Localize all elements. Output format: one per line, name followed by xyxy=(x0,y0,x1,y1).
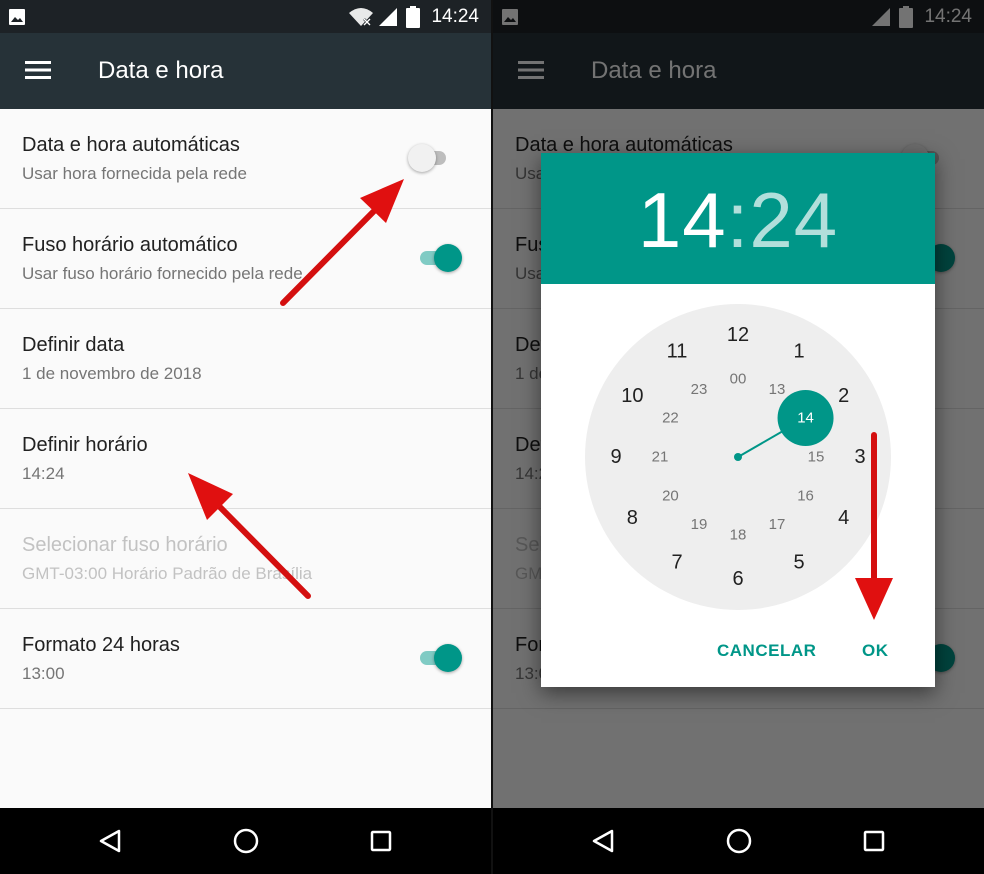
auto-timezone-toggle[interactable] xyxy=(416,238,464,278)
setting-auto-timezone[interactable]: Fuso horário automático Usar fuso horári… xyxy=(0,209,491,309)
nav-bar xyxy=(493,808,984,874)
clock-hour-inner[interactable]: 16 xyxy=(797,488,814,505)
clock-hour-outer[interactable]: 11 xyxy=(667,340,688,362)
image-icon xyxy=(9,9,25,25)
setting-title: Definir data xyxy=(22,334,125,356)
clock-hour-inner[interactable]: 19 xyxy=(691,516,708,533)
setting-title: Definir horário xyxy=(22,434,148,456)
clock-face[interactable]: 121234567891011001314151617181920212223 xyxy=(585,304,891,610)
setting-subtitle: 1 de novembro de 2018 xyxy=(22,364,202,383)
clock-hour-outer[interactable]: 5 xyxy=(793,552,804,574)
dialog-actions: CANCELAR OK xyxy=(541,633,935,673)
setting-auto-date-time[interactable]: Data e hora automáticas Usar hora fornec… xyxy=(0,109,491,209)
home-icon[interactable] xyxy=(726,828,752,854)
clock-hour-outer[interactable]: 12 xyxy=(727,324,749,346)
nav-bar xyxy=(0,808,491,874)
clock-hour-inner[interactable]: 18 xyxy=(730,527,747,544)
ok-button[interactable]: OK xyxy=(862,641,889,661)
clock-hour-outer[interactable]: 6 xyxy=(732,568,743,590)
clock-hour-inner[interactable]: 23 xyxy=(691,381,708,398)
page-title: Data e hora xyxy=(98,57,224,84)
clock-hour-inner[interactable]: 15 xyxy=(808,449,825,466)
auto-date-time-toggle[interactable] xyxy=(408,138,456,178)
time-display: 14:24 xyxy=(541,175,935,266)
setting-subtitle: 14:24 xyxy=(22,464,65,483)
time-picker-header: 14:24 xyxy=(541,153,935,284)
status-time: 14:24 xyxy=(431,6,479,27)
clock-hour-inner[interactable]: 13 xyxy=(769,381,786,398)
menu-icon[interactable] xyxy=(25,60,51,80)
setting-set-time[interactable]: Definir horário 14:24 xyxy=(0,409,491,509)
setting-subtitle: Usar fuso horário fornecido pela rede xyxy=(22,264,303,283)
recents-icon[interactable] xyxy=(863,830,885,852)
clock-hour-inner[interactable]: 14 xyxy=(797,410,814,427)
setting-select-timezone: Selecionar fuso horário GMT-03:00 Horári… xyxy=(0,509,491,609)
setting-title: Formato 24 horas xyxy=(22,634,180,656)
setting-subtitle: 13:00 xyxy=(22,664,65,683)
setting-title: Data e hora automáticas xyxy=(22,134,240,156)
clock-hour-inner[interactable]: 22 xyxy=(662,410,679,427)
hour-display[interactable]: 14 xyxy=(638,176,727,264)
status-bar: 14:24 xyxy=(0,0,491,33)
back-icon[interactable] xyxy=(590,828,616,854)
setting-subtitle: GMT-03:00 Horário Padrão de Brasília xyxy=(22,564,313,583)
setting-title: Selecionar fuso horário xyxy=(22,534,228,556)
signal-icon xyxy=(379,8,397,26)
clock-hour-outer[interactable]: 7 xyxy=(671,552,682,574)
clock-hour-inner[interactable]: 21 xyxy=(652,449,669,466)
app-bar: Data e hora xyxy=(0,33,491,109)
setting-set-date[interactable]: Definir data 1 de novembro de 2018 xyxy=(0,309,491,409)
cancel-button[interactable]: CANCELAR xyxy=(717,641,816,661)
24-hour-format-toggle[interactable] xyxy=(416,638,464,678)
time-separator: : xyxy=(726,176,750,264)
clock-hour-outer[interactable]: 1 xyxy=(793,340,804,362)
home-icon[interactable] xyxy=(233,828,259,854)
wifi-off-icon xyxy=(349,8,373,26)
clock-hour-inner[interactable]: 20 xyxy=(662,488,679,505)
clock-hour-outer[interactable]: 9 xyxy=(610,446,621,468)
time-picker-screen: 14:24 Data e hora Data e hora automática… xyxy=(493,0,984,874)
time-picker-dialog: 14:24 12 1 2 3 4 5 6 7 8 9 10 11 00 13 14 15 16 17 18 19 20 2… xyxy=(541,153,935,687)
clock-hour-outer[interactable]: 10 xyxy=(621,385,643,407)
clock-hour-outer[interactable]: 4 xyxy=(838,507,849,529)
recents-icon[interactable] xyxy=(370,830,392,852)
setting-title: Fuso horário automático xyxy=(22,234,238,256)
clock-center xyxy=(734,453,742,461)
setting-24-hour-format[interactable]: Formato 24 horas 13:00 xyxy=(0,609,491,709)
back-icon[interactable] xyxy=(97,828,123,854)
setting-subtitle: Usar hora fornecida pela rede xyxy=(22,164,247,183)
clock-hour-outer[interactable]: 8 xyxy=(627,507,638,529)
clock-hour-outer[interactable]: 3 xyxy=(854,446,865,468)
settings-screen: 14:24 Data e hora Data e hora automática… xyxy=(0,0,491,874)
clock-hour-inner[interactable]: 17 xyxy=(769,516,786,533)
clock-hour-inner[interactable]: 00 xyxy=(730,371,747,388)
minute-display[interactable]: 24 xyxy=(749,176,838,264)
settings-list: Data e hora automáticas Usar hora fornec… xyxy=(0,109,491,709)
battery-icon xyxy=(406,6,420,28)
clock-hour-outer[interactable]: 2 xyxy=(838,385,849,407)
